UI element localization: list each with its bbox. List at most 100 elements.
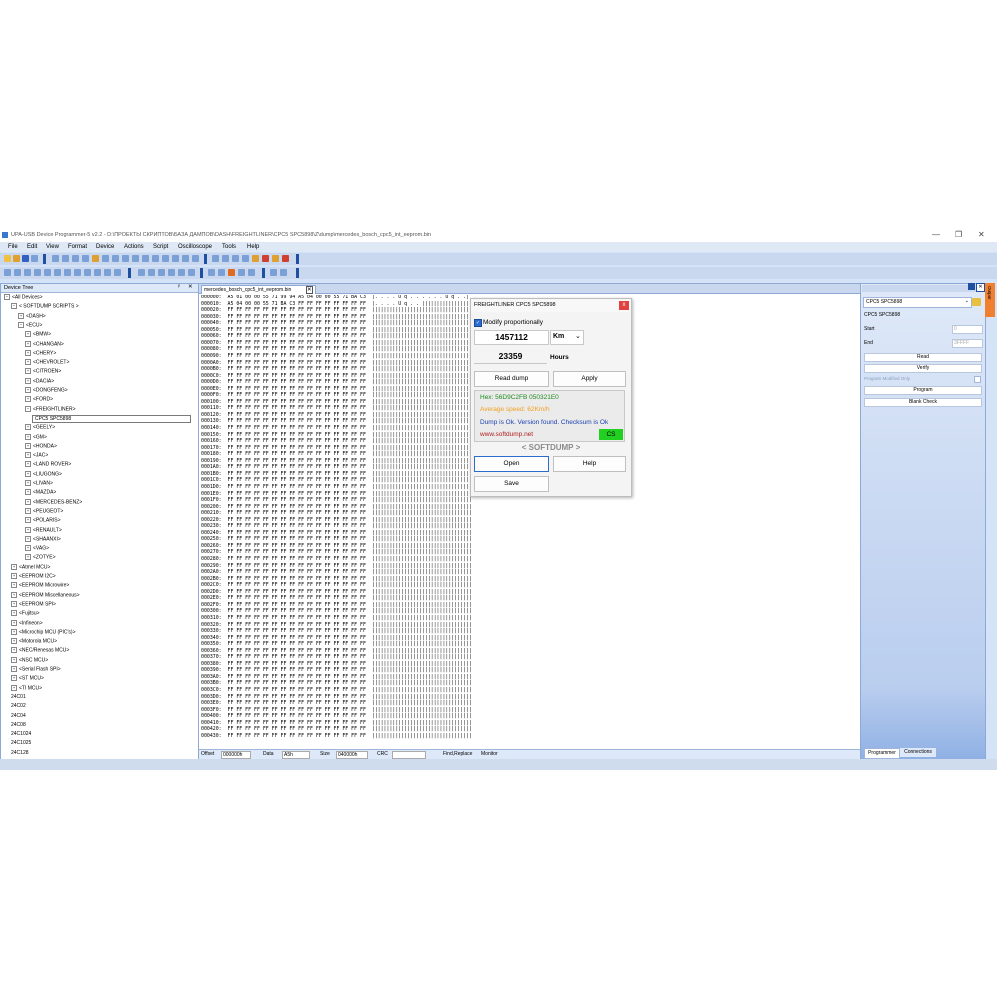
tree-node[interactable]: + <DACIA>: [25, 377, 54, 384]
log-icon[interactable]: [168, 269, 175, 276]
expand-icon[interactable]: +: [25, 507, 31, 514]
hex-row[interactable]: 000170: FF FF FF FF FF FF FF FF FF FF FF…: [201, 445, 472, 451]
expand-icon[interactable]: +: [11, 582, 17, 589]
expand-icon[interactable]: +: [11, 563, 17, 570]
rows-icon[interactable]: [94, 269, 101, 276]
hex-row[interactable]: 000410: FF FF FF FF FF FF FF FF FF FF FF…: [201, 720, 472, 726]
hex-row[interactable]: 0001D0: FF FF FF FF FF FF FF FF FF FF FF…: [201, 485, 472, 490]
hex-row[interactable]: 000100: FF FF FF FF FF FF FF FF FF FF FF…: [201, 399, 472, 405]
close-window-button[interactable]: ✕: [978, 230, 985, 239]
toolbar-grip[interactable]: [128, 268, 131, 278]
end-input[interactable]: 3FFFF: [952, 339, 983, 348]
expand-icon[interactable]: +: [25, 535, 31, 542]
expand-icon[interactable]: +: [11, 647, 17, 654]
hex-row[interactable]: 0002E0: FF FF FF FF FF FF FF FF FF FF FF…: [201, 596, 472, 601]
tree-node[interactable]: + <LIUGONG>: [25, 470, 62, 477]
fill-icon[interactable]: [132, 255, 139, 262]
apply-button[interactable]: Apply: [553, 371, 626, 387]
menu-file[interactable]: File: [8, 244, 18, 250]
tree-node[interactable]: + <EEPROM SPI>: [11, 600, 56, 607]
find-icon[interactable]: [92, 255, 99, 262]
save-button[interactable]: Save: [474, 476, 549, 492]
hex-row[interactable]: 0001E0: FF FF FF FF FF FF FF FF FF FF FF…: [201, 491, 472, 497]
expand-icon[interactable]: +: [25, 368, 31, 375]
tree-node[interactable]: + <POLARIS>: [25, 517, 61, 524]
find-replace-tab[interactable]: Find,Replace: [443, 751, 472, 757]
hex-row[interactable]: 0000B0: FF FF FF FF FF FF FF FF FF FF FF…: [201, 367, 472, 372]
hex-row[interactable]: 000250: FF FF FF FF FF FF FF FF FF FF FF…: [201, 537, 472, 542]
hex-row[interactable]: 0001B0: FF FF FF FF FF FF FF FF FF FF FF…: [201, 471, 472, 477]
tree-node[interactable]: + <ZOTYE>: [25, 554, 56, 561]
hex-row[interactable]: 000380: FF FF FF FF FF FF FF FF FF FF FF…: [201, 661, 472, 667]
tree-node[interactable]: + <EEPROM Microwire>: [11, 582, 69, 589]
hex-row[interactable]: 000340: FF FF FF FF FF FF FF FF FF FF FF…: [201, 635, 472, 641]
collapse-icon[interactable]: −: [11, 303, 17, 310]
expand-icon[interactable]: +: [11, 628, 17, 635]
toolbar-grip[interactable]: [262, 268, 265, 278]
tree-node[interactable]: + <Atmel MCU>: [11, 563, 50, 570]
dialog-close-button[interactable]: x: [619, 301, 629, 310]
tree-node[interactable]: + <HONDA>: [25, 442, 57, 449]
read-button[interactable]: Read: [864, 353, 982, 362]
toolbar-grip[interactable]: [296, 254, 299, 264]
checksum-icon[interactable]: [142, 255, 149, 262]
hex-row[interactable]: 0002C0: FF FF FF FF FF FF FF FF FF FF FF…: [201, 583, 472, 588]
tree-node[interactable]: + <NSC MCU>: [11, 656, 48, 663]
tree-node[interactable]: − <All Devices>: [4, 294, 43, 300]
hex-row[interactable]: 000090: FF FF FF FF FF FF FF FF FF FF FF…: [201, 354, 472, 359]
hex-row[interactable]: 000420: FF FF FF FF FF FF FF FF FF FF FF…: [201, 727, 472, 732]
device-icon[interactable]: [252, 255, 259, 262]
website-link[interactable]: www.softdump.net: [480, 431, 533, 438]
maximize-button[interactable]: ❐: [955, 230, 962, 239]
hex-row[interactable]: 000150: FF FF FF FF FF FF FF FF FF FF FF…: [201, 432, 472, 438]
hex-row[interactable]: 0001A0: FF FF FF FF FF FF FF FF FF FF FF…: [201, 465, 472, 470]
toolbar-grip[interactable]: [296, 268, 299, 278]
compare-icon[interactable]: [152, 255, 159, 262]
split-icon[interactable]: [192, 255, 199, 262]
menu-actions[interactable]: Actions: [124, 244, 144, 250]
size-value[interactable]: 040000h: [336, 751, 369, 759]
align-icon[interactable]: [4, 269, 11, 276]
hex-row[interactable]: 000300: FF FF FF FF FF FF FF FF FF FF FF…: [201, 609, 472, 614]
expand-icon[interactable]: +: [25, 517, 31, 524]
expand-icon[interactable]: +: [25, 359, 31, 366]
output-icon[interactable]: [158, 269, 165, 276]
panel-icon[interactable]: [138, 269, 145, 276]
scope-icon[interactable]: [270, 269, 277, 276]
hex-row[interactable]: 000180: FF FF FF FF FF FF FF FF FF FF FF…: [201, 452, 472, 457]
hex-row[interactable]: 000400: FF FF FF FF FF FF FF FF FF FF FF…: [201, 714, 472, 719]
hex-row[interactable]: 0000A0: FF FF FF FF FF FF FF FF FF FF FF…: [201, 360, 472, 366]
hex-row[interactable]: 000160: FF FF FF FF FF FF FF FF FF FF FF…: [201, 439, 472, 444]
expand-icon[interactable]: +: [11, 666, 17, 672]
tree-node[interactable]: 24C01: [11, 694, 26, 700]
hex-row[interactable]: 000140: FF FF FF FF FF FF FF FF FF FF FF…: [201, 426, 472, 431]
tree-node[interactable]: + <CHEVROLET>: [25, 359, 69, 365]
expand-icon[interactable]: +: [11, 610, 17, 617]
settings-icon[interactable]: [272, 255, 279, 262]
tree-node[interactable]: + <LIVAN>: [25, 480, 53, 486]
menu-script[interactable]: Script: [153, 244, 168, 250]
hex-row[interactable]: 0001C0: FF FF FF FF FF FF FF FF FF FF FF…: [201, 478, 472, 483]
tree-node[interactable]: + <CHANGAN>: [25, 340, 64, 347]
expand-icon[interactable]: +: [18, 312, 24, 319]
menu-view[interactable]: View: [46, 244, 59, 250]
expand-icon[interactable]: +: [25, 480, 31, 486]
erase-icon[interactable]: [242, 255, 249, 262]
collapse-icon[interactable]: −: [4, 294, 10, 300]
expand-icon[interactable]: +: [11, 573, 17, 579]
hex-row[interactable]: 000110: FF FF FF FF FF FF FF FF FF FF FF…: [201, 406, 472, 411]
expand-icon[interactable]: +: [11, 638, 17, 645]
expand-icon[interactable]: +: [25, 424, 31, 431]
expand-icon[interactable]: +: [25, 526, 31, 533]
tree-node[interactable]: 24C02: [11, 703, 26, 709]
goto-icon[interactable]: [112, 255, 119, 262]
expand-icon[interactable]: +: [25, 452, 31, 459]
hex-row[interactable]: 0000D0: FF FF FF FF FF FF FF FF FF FF FF…: [201, 380, 472, 385]
expand-icon[interactable]: +: [11, 600, 17, 607]
hex-row[interactable]: 0000F0: FF FF FF FF FF FF FF FF FF FF FF…: [201, 393, 472, 398]
tree-node[interactable]: + <Serial Flash SPI>: [11, 666, 61, 672]
tree-node[interactable]: − <ECU>: [18, 321, 42, 328]
dwords-icon[interactable]: [34, 269, 41, 276]
blank-check-button[interactable]: Blank Check: [864, 398, 982, 407]
hex-row[interactable]: 000270: FF FF FF FF FF FF FF FF FF FF FF…: [201, 550, 472, 555]
